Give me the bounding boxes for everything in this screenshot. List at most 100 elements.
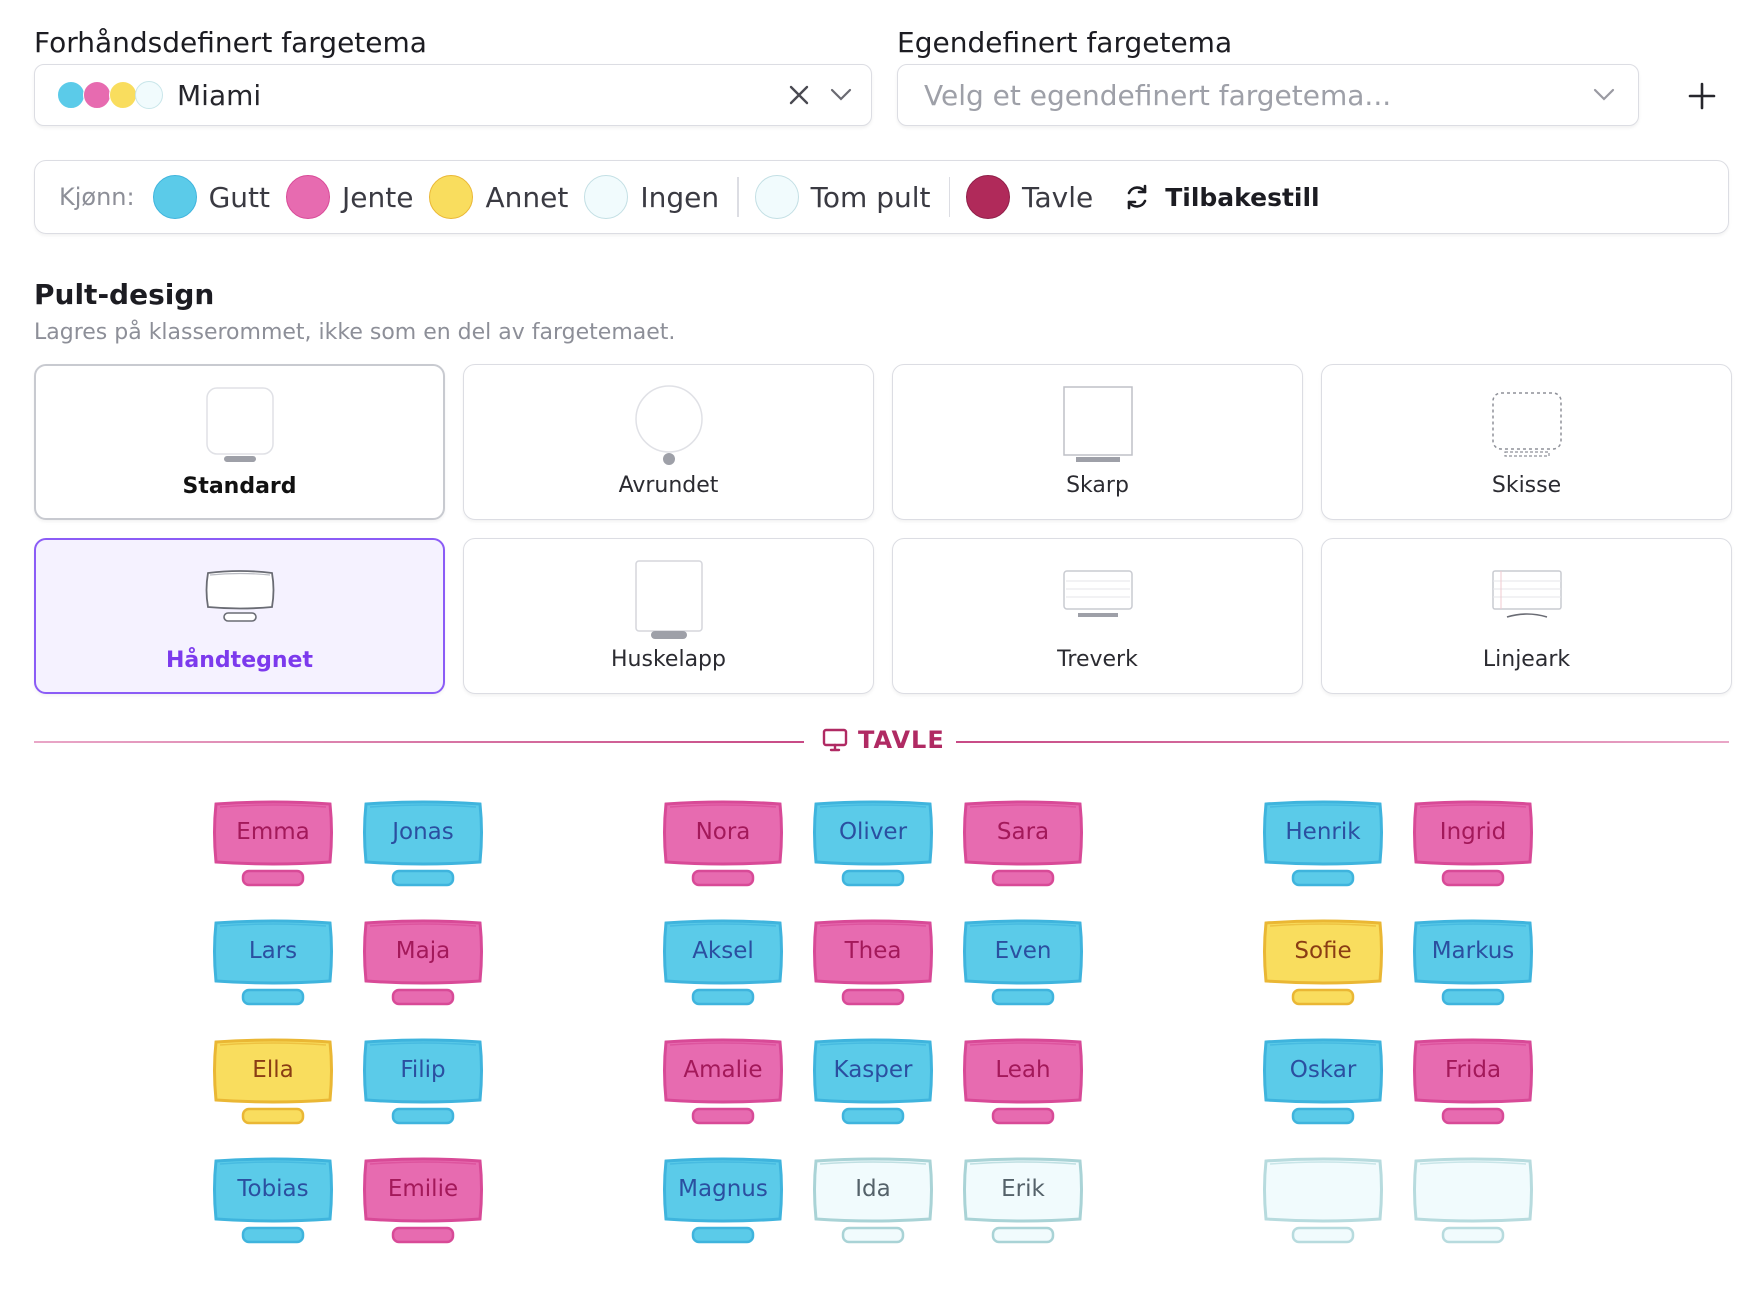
legend-divider — [737, 177, 739, 217]
design-option-linjeark[interactable]: Linjeark — [1321, 538, 1732, 694]
theme-color-dots — [57, 81, 163, 109]
chevron-down-icon[interactable] — [1588, 79, 1620, 111]
legend-item-jente[interactable]: Jente — [286, 175, 413, 219]
custom-theme-select[interactable]: Velg et egendefinert fargetema... — [897, 64, 1639, 126]
theme-dot-3 — [109, 81, 137, 109]
refresh-icon — [1127, 184, 1147, 210]
color-swatch[interactable] — [754, 175, 799, 219]
desk-emilie[interactable]: Emilie — [360, 1155, 486, 1249]
desk-sofie[interactable]: Sofie — [1260, 917, 1386, 1011]
color-swatch[interactable] — [966, 175, 1010, 219]
legend-text: Gutt — [208, 180, 271, 214]
clear-icon[interactable] — [783, 79, 815, 111]
legend-text: Tavle — [1022, 180, 1094, 214]
preset-theme-value: Miami — [177, 78, 262, 112]
color-swatch[interactable] — [584, 175, 629, 219]
desk-magnus[interactable]: Magnus — [660, 1155, 786, 1249]
design-option-huskelapp[interactable]: Huskelapp — [463, 538, 874, 694]
desk-filip[interactable]: Filip — [360, 1036, 486, 1130]
desk-emma[interactable]: Emma — [210, 798, 336, 892]
legend-text: Tom pult — [810, 180, 931, 214]
legend-item-ingen[interactable]: Ingen — [584, 175, 719, 219]
desk-name: Even — [994, 938, 1052, 964]
legend-text: Annet — [485, 180, 569, 214]
design-option-avrundet[interactable]: Avrundet — [463, 364, 874, 520]
preset-theme-label: Forhåndsdefinert fargetema — [34, 26, 427, 59]
design-option-label: Avrundet — [618, 473, 719, 498]
desk-leah[interactable]: Leah — [960, 1036, 1086, 1130]
desk-amalie[interactable]: Amalie — [660, 1036, 786, 1130]
desk-lars[interactable]: Lars — [210, 917, 336, 1011]
legend-text: Jente — [342, 180, 414, 214]
design-option-standard[interactable]: Standard — [34, 364, 445, 520]
theme-dot-4 — [135, 81, 163, 109]
legend-item-gutt[interactable]: Gutt — [152, 175, 271, 219]
desk-name — [1260, 1155, 1386, 1223]
plus-icon — [1688, 82, 1716, 110]
design-option-handtegnet[interactable]: Håndtegnet — [34, 538, 445, 694]
design-option-skarp[interactable]: Skarp — [892, 364, 1303, 520]
desk-name: Maja — [395, 938, 451, 964]
section-subtitle: Lagres på klasserommet, ikke som en del … — [34, 320, 676, 345]
sketch-desk-icon — [1491, 392, 1562, 457]
desk-name: Frida — [1444, 1057, 1502, 1083]
desk-maja[interactable]: Maja — [360, 917, 486, 1011]
design-option-treverk[interactable]: Treverk — [892, 538, 1303, 694]
board-label: TAVLE — [822, 726, 945, 754]
legend-item-tom-pult[interactable]: Tom pult — [754, 175, 931, 219]
desk-name: Markus — [1431, 938, 1515, 964]
legend-divider — [948, 177, 950, 217]
desk-jonas[interactable]: Jonas — [360, 798, 486, 892]
desk-oskar[interactable]: Oskar — [1260, 1036, 1386, 1130]
preset-theme-select[interactable]: Miami — [34, 64, 872, 126]
desk-name: Thea — [844, 938, 902, 964]
desk-tobias[interactable]: Tobias — [210, 1155, 336, 1249]
legend-item-annet[interactable]: Annet — [429, 175, 568, 219]
desk-markus[interactable]: Markus — [1410, 917, 1536, 1011]
design-option-label: Håndtegnet — [166, 648, 313, 673]
desk-ella[interactable]: Ella — [210, 1036, 336, 1130]
chevron-down-icon[interactable] — [825, 79, 857, 111]
legend-text: Ingen — [640, 180, 720, 214]
desk-empty[interactable] — [1260, 1155, 1386, 1249]
desk-name: Kasper — [833, 1057, 913, 1083]
desk-kasper[interactable]: Kasper — [810, 1036, 936, 1130]
add-theme-button[interactable] — [1682, 76, 1722, 116]
color-swatch[interactable] — [152, 175, 197, 219]
design-option-label: Huskelapp — [611, 647, 726, 672]
desk-henrik[interactable]: Henrik — [1260, 798, 1386, 892]
desk-thea[interactable]: Thea — [810, 917, 936, 1011]
desk-nora[interactable]: Nora — [660, 798, 786, 892]
legend-label: Kjønn: — [59, 183, 135, 211]
desk-empty[interactable] — [1410, 1155, 1536, 1249]
desk-name: Nora — [695, 819, 751, 845]
design-option-skisse[interactable]: Skisse — [1321, 364, 1732, 520]
desk-name: Oskar — [1289, 1057, 1357, 1083]
desk-ingrid[interactable]: Ingrid — [1410, 798, 1536, 892]
sharp-desk-icon — [1062, 386, 1133, 462]
desk-name — [1410, 1155, 1536, 1223]
color-swatch[interactable] — [286, 175, 331, 219]
desk-aksel[interactable]: Aksel — [660, 917, 786, 1011]
desk-erik[interactable]: Erik — [960, 1155, 1086, 1249]
design-option-label: Linjeark — [1482, 647, 1571, 672]
desk-even[interactable]: Even — [960, 917, 1086, 1011]
gender-legend: Kjønn: Gutt Jente Annet Ingen Tom pult T… — [34, 160, 1729, 234]
custom-theme-placeholder: Velg et egendefinert fargetema... — [924, 78, 1392, 112]
desk-name: Oliver — [838, 819, 908, 845]
desk-frida[interactable]: Frida — [1410, 1036, 1536, 1130]
reset-label: Tilbakestill — [1165, 182, 1320, 212]
legend-item-tavle[interactable]: Tavle — [966, 175, 1093, 219]
desk-name: Emilie — [387, 1176, 459, 1202]
design-option-label: Skarp — [1066, 473, 1129, 498]
reset-button[interactable]: Tilbakestill — [1123, 182, 1320, 212]
design-option-label: Treverk — [1057, 647, 1138, 672]
desk-sara[interactable]: Sara — [960, 798, 1086, 892]
color-swatch[interactable] — [429, 175, 474, 219]
desk-name: Leah — [995, 1057, 1051, 1083]
board-divider-left — [34, 741, 804, 743]
desk-oliver[interactable]: Oliver — [810, 798, 936, 892]
theme-dot-2 — [83, 81, 111, 109]
custom-theme-label: Egendefinert fargetema — [897, 26, 1233, 59]
desk-ida[interactable]: Ida — [810, 1155, 936, 1249]
